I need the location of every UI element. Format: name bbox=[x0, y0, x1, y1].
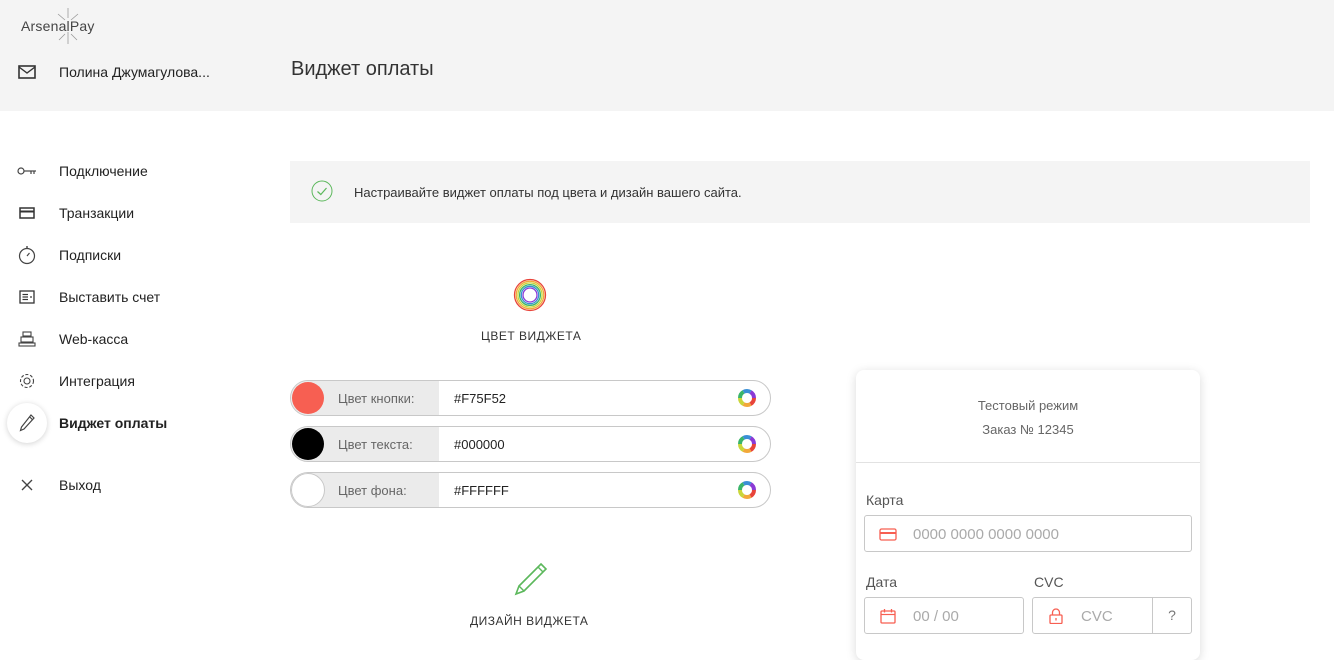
sidebar-item-payment-widget[interactable]: Виджет оплаты bbox=[0, 402, 260, 444]
button-color-value[interactable]: #F75F52 bbox=[454, 391, 506, 406]
sidebar-item-label: Интеграция bbox=[59, 373, 135, 389]
background-color-label: Цвет фона: bbox=[338, 483, 407, 498]
expiry-date-placeholder: 00 / 00 bbox=[913, 608, 959, 625]
sidebar-item-connection[interactable]: Подключение bbox=[0, 150, 260, 192]
background-color-field[interactable]: Цвет фона: #FFFFFF bbox=[290, 472, 771, 508]
close-icon bbox=[7, 465, 47, 505]
widget-color-title: ЦВЕТ ВИДЖЕТА bbox=[481, 329, 582, 343]
text-color-field[interactable]: Цвет текста: #000000 bbox=[290, 426, 771, 462]
invoice-icon bbox=[7, 277, 47, 317]
test-mode-label: Тестовый режим bbox=[977, 398, 1079, 413]
date-label: Дата bbox=[866, 574, 898, 590]
color-wheel-icon[interactable] bbox=[738, 481, 756, 499]
envelope-icon bbox=[18, 65, 36, 79]
order-number: Заказ № 12345 bbox=[982, 422, 1074, 437]
widget-design-title: ДИЗАЙН ВИДЖЕТА bbox=[470, 614, 589, 628]
user-menu[interactable]: Полина Джумагулова... bbox=[18, 64, 210, 80]
sidebar-item-label: Выход bbox=[59, 477, 101, 493]
cash-register-icon bbox=[7, 319, 47, 359]
sidebar-item-transactions[interactable]: Транзакции bbox=[0, 192, 260, 234]
cvc-help-button[interactable]: ? bbox=[1152, 598, 1191, 633]
header: ArsenalPay Полина Джумагулова... Виджет … bbox=[0, 0, 1334, 111]
card-icon bbox=[7, 193, 47, 233]
cvc-input[interactable]: CVC ? bbox=[1032, 597, 1192, 634]
stopwatch-icon bbox=[7, 235, 47, 275]
payment-widget-preview: Тестовый режим Заказ № 12345 Карта 0000 … bbox=[856, 370, 1200, 660]
sidebar-item-subscriptions[interactable]: Подписки bbox=[0, 234, 260, 276]
info-banner: Настраивайте виджет оплаты под цвета и д… bbox=[290, 161, 1310, 223]
sidebar-item-logout[interactable]: Выход bbox=[0, 464, 260, 506]
sidebar-item-web-kassa[interactable]: Web-касса bbox=[0, 318, 260, 360]
text-color-value[interactable]: #000000 bbox=[454, 437, 505, 452]
color-wheel-icon[interactable] bbox=[738, 389, 756, 407]
cvc-label: CVC bbox=[1034, 574, 1064, 590]
sidebar-item-invoice[interactable]: Выставить счет bbox=[0, 276, 260, 318]
divider bbox=[856, 462, 1200, 463]
user-name: Полина Джумагулова... bbox=[59, 64, 210, 80]
background-color-swatch[interactable] bbox=[291, 473, 325, 507]
logo-spark-icon bbox=[57, 8, 79, 44]
sidebar-item-label: Web-касса bbox=[59, 331, 129, 347]
sidebar-item-integration[interactable]: Интеграция bbox=[0, 360, 260, 402]
cvc-placeholder: CVC bbox=[1081, 608, 1113, 625]
sidebar-item-label: Выставить счет bbox=[59, 289, 161, 305]
expiry-date-input[interactable]: 00 / 00 bbox=[864, 597, 1024, 634]
pencil-icon bbox=[7, 403, 47, 443]
key-icon bbox=[7, 151, 47, 191]
button-color-field[interactable]: Цвет кнопки: #F75F52 bbox=[290, 380, 771, 416]
sidebar-item-label: Подключение bbox=[59, 163, 148, 179]
green-pencil-icon bbox=[514, 562, 548, 596]
sidebar-item-label: Подписки bbox=[59, 247, 122, 263]
sidebar-item-label: Виджет оплаты bbox=[59, 415, 168, 431]
lock-icon bbox=[1049, 608, 1063, 624]
calendar-icon bbox=[880, 609, 896, 624]
button-color-label: Цвет кнопки: bbox=[338, 391, 415, 406]
page-title: Виджет оплаты bbox=[291, 58, 434, 80]
sidebar-item-label: Транзакции bbox=[59, 205, 135, 221]
color-wheel-icon[interactable] bbox=[738, 435, 756, 453]
card-icon bbox=[879, 528, 897, 541]
text-color-label: Цвет текста: bbox=[338, 437, 413, 452]
gear-icon bbox=[7, 361, 47, 401]
card-number-input[interactable]: 0000 0000 0000 0000 bbox=[864, 515, 1192, 552]
button-color-swatch[interactable] bbox=[292, 382, 324, 414]
text-color-swatch[interactable] bbox=[292, 428, 324, 460]
card-number-placeholder: 0000 0000 0000 0000 bbox=[913, 526, 1059, 543]
card-label: Карта bbox=[866, 492, 904, 508]
check-circle-icon bbox=[311, 180, 333, 202]
banner-text: Настраивайте виджет оплаты под цвета и д… bbox=[354, 185, 742, 200]
background-color-value[interactable]: #FFFFFF bbox=[454, 483, 509, 498]
color-rings-icon bbox=[513, 278, 547, 312]
